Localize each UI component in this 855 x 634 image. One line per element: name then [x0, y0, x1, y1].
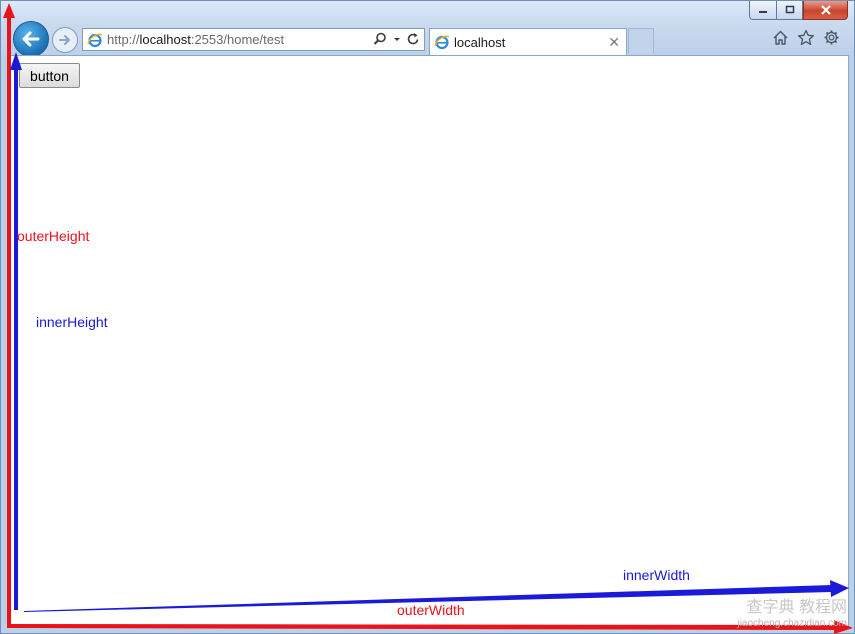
inner-width-label: innerWidth	[623, 567, 690, 583]
watermark: 查字典 教程网 jiaocheng.chazidian.com	[737, 600, 847, 632]
inner-width-arrowhead	[830, 580, 849, 597]
inner-height-label: innerHeight	[36, 314, 108, 330]
watermark-title: 查字典 教程网	[746, 599, 847, 616]
outer-height-label: outerHeight	[17, 228, 90, 244]
dimension-annotations	[3, 3, 853, 634]
outer-width-label: outerWidth	[397, 602, 465, 618]
inner-height-arrowhead	[10, 52, 22, 70]
outer-height-arrowhead	[3, 3, 15, 18]
watermark-url: jiaocheng.chazidian.com	[737, 618, 847, 629]
outer-width-arrow	[10, 624, 836, 630]
